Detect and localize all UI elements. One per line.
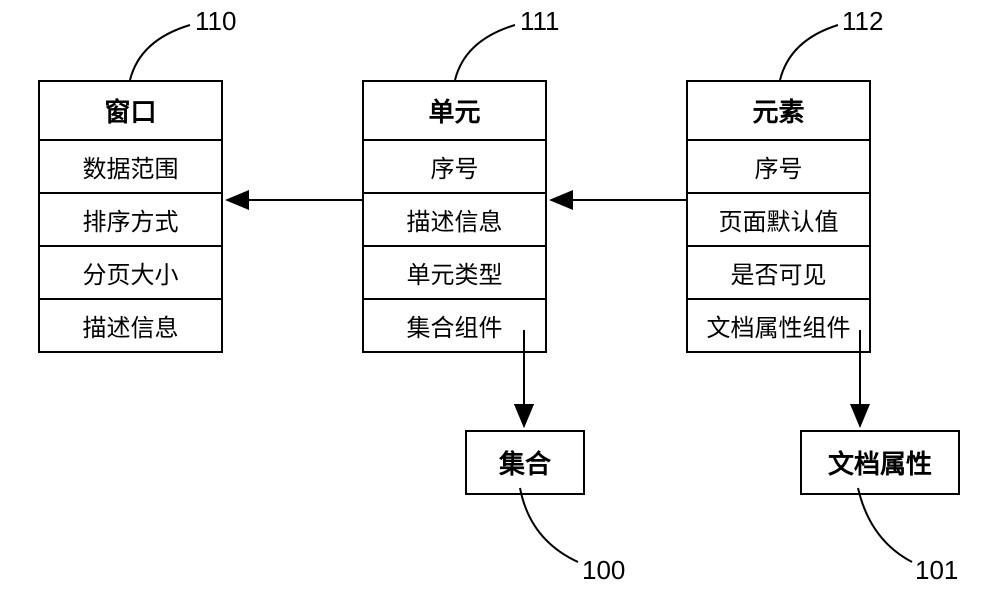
entity-title: 窗口 <box>40 82 221 141</box>
callout-111 <box>455 25 515 80</box>
entity-title: 单元 <box>364 82 545 141</box>
label-101: 101 <box>915 555 958 586</box>
entity-attr: 数据范围 <box>40 141 221 194</box>
entity-attr: 描述信息 <box>40 300 221 351</box>
entity-attr: 分页大小 <box>40 247 221 300</box>
entity-box-unit: 单元 序号 描述信息 单元类型 集合组件 <box>362 80 547 353</box>
entity-attr: 是否可见 <box>688 247 869 300</box>
label-112: 112 <box>842 6 883 37</box>
entity-attr: 序号 <box>364 141 545 194</box>
callout-112 <box>780 25 838 80</box>
callout-110 <box>130 25 190 80</box>
entity-attr: 排序方式 <box>40 194 221 247</box>
child-box-collection: 集合 <box>465 430 585 495</box>
entity-box-window: 窗口 数据范围 排序方式 分页大小 描述信息 <box>38 80 223 353</box>
label-111: 111 <box>520 6 560 37</box>
callout-100 <box>520 488 578 562</box>
label-110: 110 <box>195 6 236 37</box>
label-100: 100 <box>582 555 625 586</box>
entity-attr: 描述信息 <box>364 194 545 247</box>
entity-box-element: 元素 序号 页面默认值 是否可见 文档属性组件 <box>686 80 871 353</box>
child-box-doc-attr: 文档属性 <box>800 430 960 495</box>
entity-attr: 页面默认值 <box>688 194 869 247</box>
callout-101 <box>858 488 912 562</box>
entity-attr: 单元类型 <box>364 247 545 300</box>
entity-attr: 文档属性组件 <box>688 300 869 351</box>
entity-title: 元素 <box>688 82 869 141</box>
entity-attr: 序号 <box>688 141 869 194</box>
entity-attr: 集合组件 <box>364 300 545 351</box>
